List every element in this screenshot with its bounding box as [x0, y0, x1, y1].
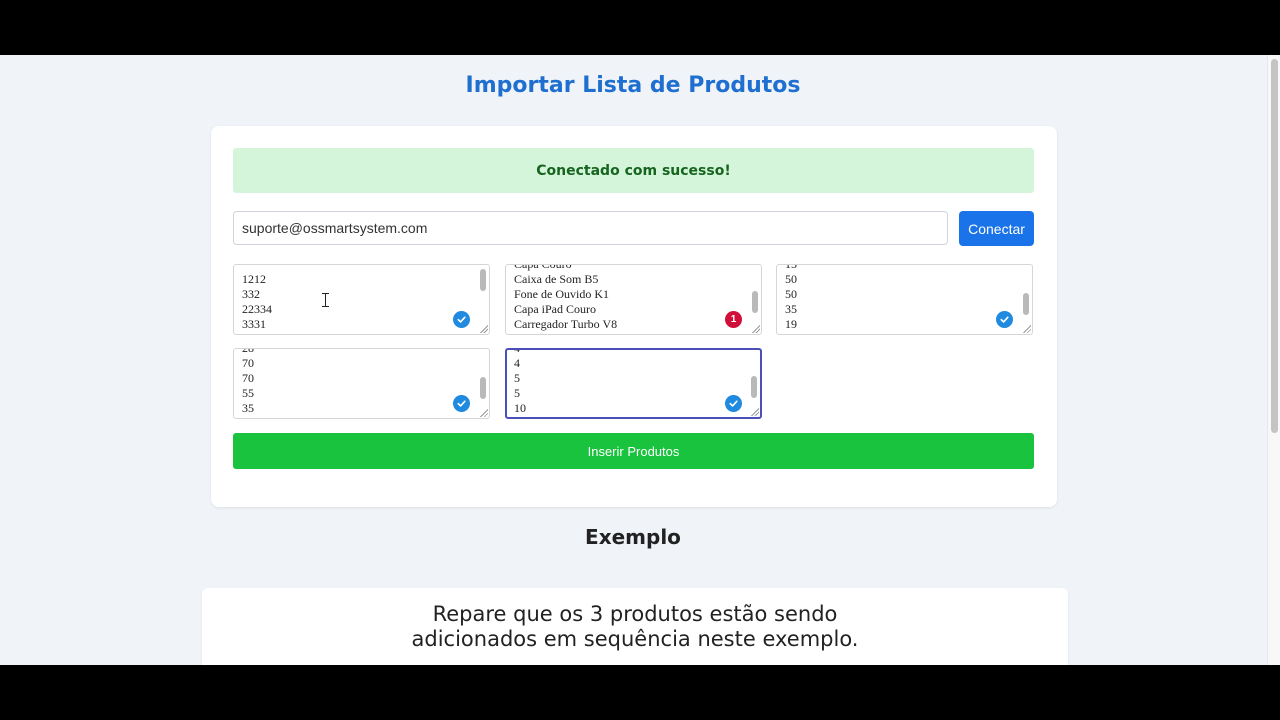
check-icon [453, 395, 470, 412]
success-alert: Conectado com sucesso! [233, 148, 1034, 193]
check-icon [996, 311, 1013, 328]
page-scrollbar-thumb[interactable] [1271, 59, 1278, 433]
list-item: 55 [242, 386, 254, 400]
list-item: 5 [514, 371, 520, 385]
insert-products-button[interactable]: Inserir Produtos [233, 433, 1034, 469]
error-count-badge: 1 [725, 311, 742, 328]
list-item: Capa Couro [514, 264, 572, 271]
list-item: 70 [242, 371, 254, 385]
list-item: 50 [785, 287, 797, 301]
list-item: Carregador Turbo V8 [514, 317, 618, 331]
textarea-scrollbar[interactable] [751, 267, 759, 326]
check-icon [453, 311, 470, 328]
list-item: 332 [242, 287, 260, 301]
list-item: Capa iPad Couro [514, 302, 596, 316]
example-line-1: Repare que os 3 produtos estão sendo [432, 602, 838, 626]
import-form-card: Conectado com sucesso! Conectar 1212 332… [211, 126, 1057, 507]
list-item: 22334 [242, 302, 272, 316]
connect-button[interactable]: Conectar [959, 211, 1034, 246]
stock-list: 4 4 5 5 10 [514, 348, 526, 416]
list-item: 28 [242, 348, 254, 355]
check-icon [725, 395, 742, 412]
list-item: Caixa de Som B5 [514, 272, 599, 286]
list-item: Fone de Ouvido K1 [514, 287, 609, 301]
list-item: 35 [785, 302, 797, 316]
list-item: 50 [785, 272, 797, 286]
example-line-2: adicionados em sequência neste exemplo. [411, 627, 859, 651]
list-item: 1212 [242, 272, 266, 286]
quantities-list: 15 50 50 35 19 [785, 264, 797, 332]
prices-list: 28 70 70 55 35 [242, 348, 254, 416]
list-item: 5 [514, 386, 520, 400]
codes-textarea[interactable]: 1212 332 22334 3331 [233, 264, 490, 335]
page-title: Importar Lista de Produtos [465, 73, 801, 98]
page-viewport: Importar Lista de Produtos Conectado com… [0, 55, 1280, 665]
names-list: Capa Couro Caixa de Som B5 Fone de Ouvid… [514, 264, 618, 332]
list-item: 3331 [242, 317, 266, 331]
prices-textarea[interactable]: 28 70 70 55 35 [233, 348, 490, 419]
example-card: Repare que os 3 produtos estão sendo adi… [202, 588, 1068, 665]
list-item: 35 [242, 401, 254, 415]
textarea-scrollbar[interactable] [750, 352, 758, 409]
example-heading: Exemplo [585, 525, 681, 549]
textarea-scrollbar[interactable] [479, 267, 487, 326]
resize-handle[interactable] [751, 324, 760, 333]
list-item: 4 [514, 356, 520, 370]
page-scrollbar[interactable] [1267, 55, 1280, 665]
resize-handle[interactable] [479, 324, 488, 333]
text-cursor-icon [322, 293, 329, 307]
textarea-scrollbar[interactable] [1022, 267, 1030, 326]
codes-list: 1212 332 22334 3331 [242, 272, 272, 332]
names-textarea[interactable]: Capa Couro Caixa de Som B5 Fone de Ouvid… [505, 264, 762, 335]
example-description: Repare que os 3 produtos estão sendo adi… [202, 602, 1068, 652]
textarea-scrollbar[interactable] [479, 351, 487, 410]
list-item: 15 [785, 264, 797, 271]
quantities-textarea[interactable]: 15 50 50 35 19 [776, 264, 1033, 335]
stock-textarea[interactable]: 4 4 5 5 10 [505, 348, 762, 419]
resize-handle[interactable] [479, 408, 488, 417]
resize-handle[interactable] [750, 407, 759, 416]
list-item: 4 [514, 348, 520, 355]
list-item: 70 [242, 356, 254, 370]
list-item: 19 [785, 317, 797, 331]
email-field[interactable] [233, 211, 948, 245]
resize-handle[interactable] [1022, 324, 1031, 333]
list-item: 10 [514, 401, 526, 415]
